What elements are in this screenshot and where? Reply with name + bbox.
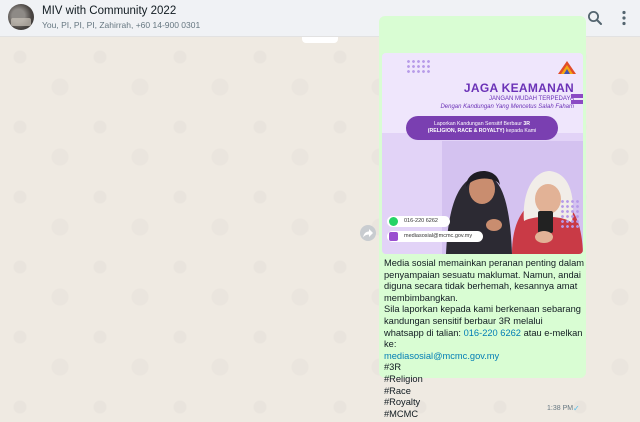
poster-image[interactable]: JAGA KEAMANAN JANGAN MUDAH TERPEDAYA Den… — [382, 53, 583, 254]
stripe-decoration — [571, 94, 583, 108]
poster-report-pill: Laporkan Kandungan Sensitif Berbaur 3R (… — [406, 116, 558, 140]
email-link[interactable]: mediasosial@mcmc.gov.my — [384, 351, 499, 361]
pill-text-bold: 3R — [523, 121, 531, 127]
poster-subtitle: JANGAN MUDAH TERPEDAYA — [488, 96, 574, 102]
poster-title: JAGA KEAMANAN — [463, 81, 574, 95]
sent-check-icon: ✓ — [573, 404, 580, 413]
pill-text: kepada Kami — [504, 128, 537, 134]
whatsapp-icon — [389, 217, 398, 226]
kebab-menu-icon[interactable] — [613, 7, 635, 29]
message-paragraph: Sila laporkan kepada kami berkenaan seba… — [384, 304, 584, 350]
email-icon — [389, 232, 398, 241]
hashtag: #Religion — [384, 373, 423, 384]
poster-email: mediasosial@mcmc.gov.my — [404, 233, 473, 239]
message-paragraph: Media sosial memainkan peranan penting d… — [384, 258, 585, 303]
hashtag: #Race — [384, 385, 411, 396]
chat-title[interactable]: MIV with Community 2022 — [42, 5, 176, 17]
forward-button[interactable] — [360, 225, 376, 241]
dots-decoration — [560, 199, 580, 229]
agency-logo-icon — [558, 61, 576, 74]
hashtag: #3R — [384, 362, 402, 373]
pill-text-bold: (RELIGION, RACE & ROYALTY) — [427, 128, 505, 134]
poster-whatsapp-contact: 016-220 6262 — [387, 216, 450, 227]
poster-email-contact: mediasosial@mcmc.gov.my — [387, 231, 483, 242]
chat-participants[interactable]: You, PI, PI, PI, Zahirrah, +60 14-900 03… — [42, 20, 200, 30]
group-avatar[interactable] — [8, 4, 34, 30]
dots-decoration — [406, 59, 432, 73]
poster-phone: 016-220 6262 — [404, 218, 438, 224]
date-chip — [302, 37, 338, 43]
pill-text: Laporkan Kandungan Sensitif Berbaur — [433, 121, 524, 127]
phone-link[interactable]: 016-220 6262 — [464, 328, 521, 338]
search-icon[interactable] — [584, 7, 606, 29]
poster-tagline: Dengan Kandungan Yang Mencetus Salah Fah… — [440, 104, 574, 110]
message-time: 1:38 PM — [547, 405, 574, 412]
forward-icon — [363, 229, 373, 238]
message-text: Media sosial memainkan peranan penting d… — [384, 258, 584, 420]
